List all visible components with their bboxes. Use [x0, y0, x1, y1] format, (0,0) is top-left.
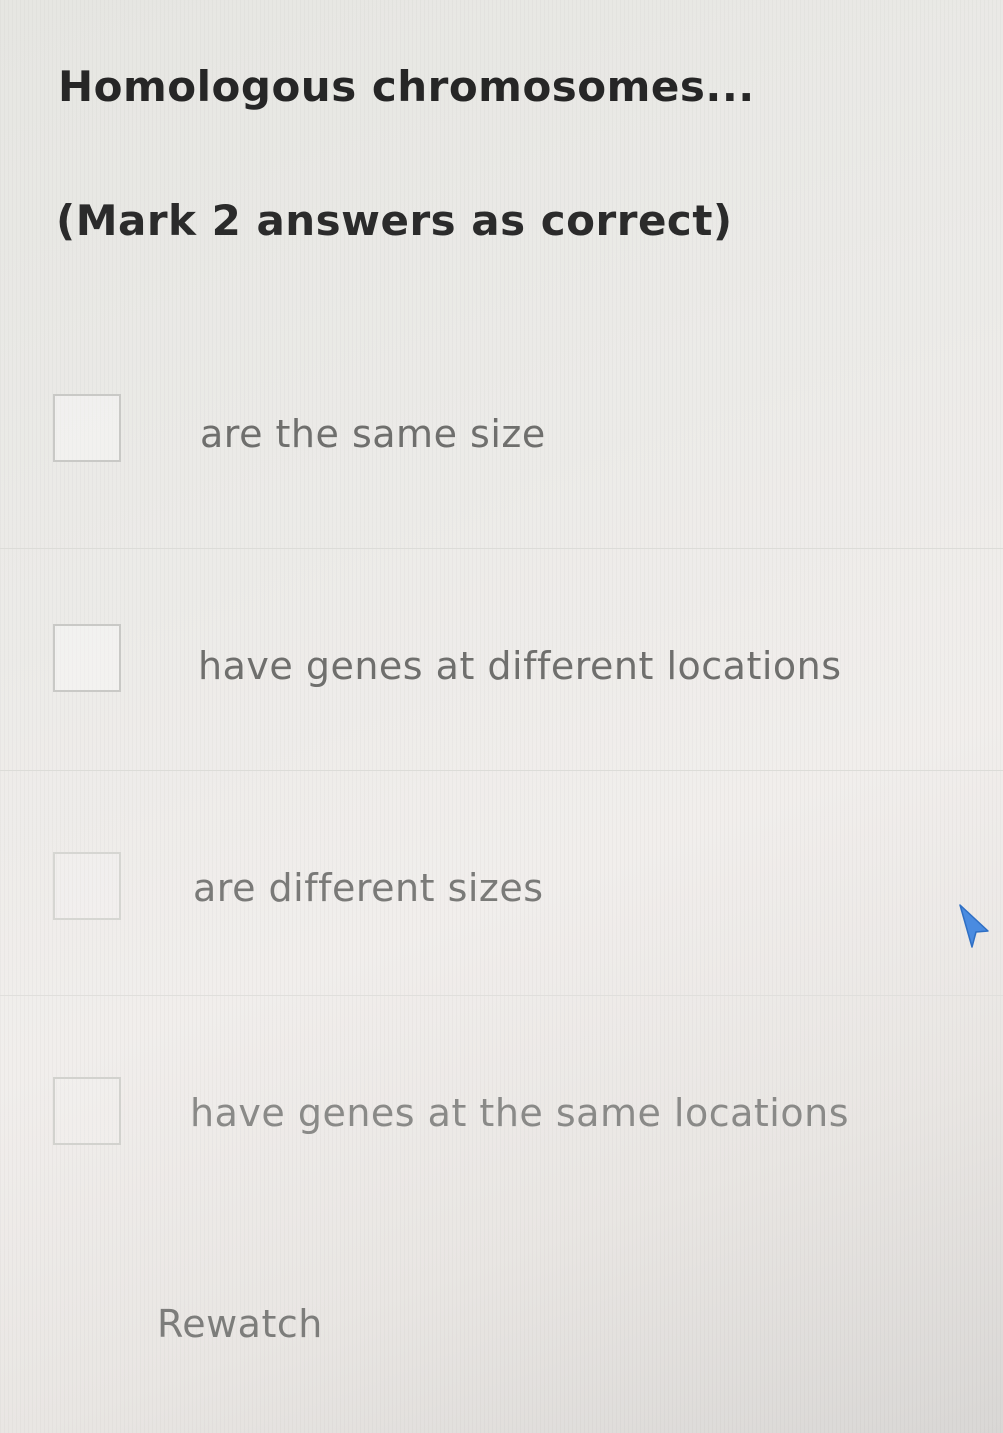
question-instruction: (Mark 2 answers as correct)	[56, 196, 733, 245]
checkbox-option-4[interactable]	[53, 1077, 121, 1145]
checkbox-option-3[interactable]	[53, 852, 121, 920]
cursor-arrow-icon	[959, 904, 989, 948]
option-label: are the same size	[200, 412, 546, 456]
checkbox-option-1[interactable]	[53, 394, 121, 462]
option-divider	[0, 995, 1003, 996]
option-divider	[0, 548, 1003, 549]
answer-option-2[interactable]: have genes at different locations	[0, 590, 1003, 740]
checkbox-option-2[interactable]	[53, 624, 121, 692]
option-label: have genes at the same locations	[190, 1091, 849, 1135]
option-label: are different sizes	[193, 866, 544, 910]
option-divider	[0, 770, 1003, 771]
option-label: have genes at different locations	[198, 644, 842, 688]
rewatch-link[interactable]: Rewatch	[157, 1302, 323, 1346]
answer-option-4[interactable]: have genes at the same locations	[0, 1035, 1003, 1185]
question-title: Homologous chromosomes...	[58, 62, 755, 111]
answer-option-1[interactable]: are the same size	[0, 360, 1003, 510]
answer-option-3[interactable]: are different sizes	[0, 810, 1003, 960]
